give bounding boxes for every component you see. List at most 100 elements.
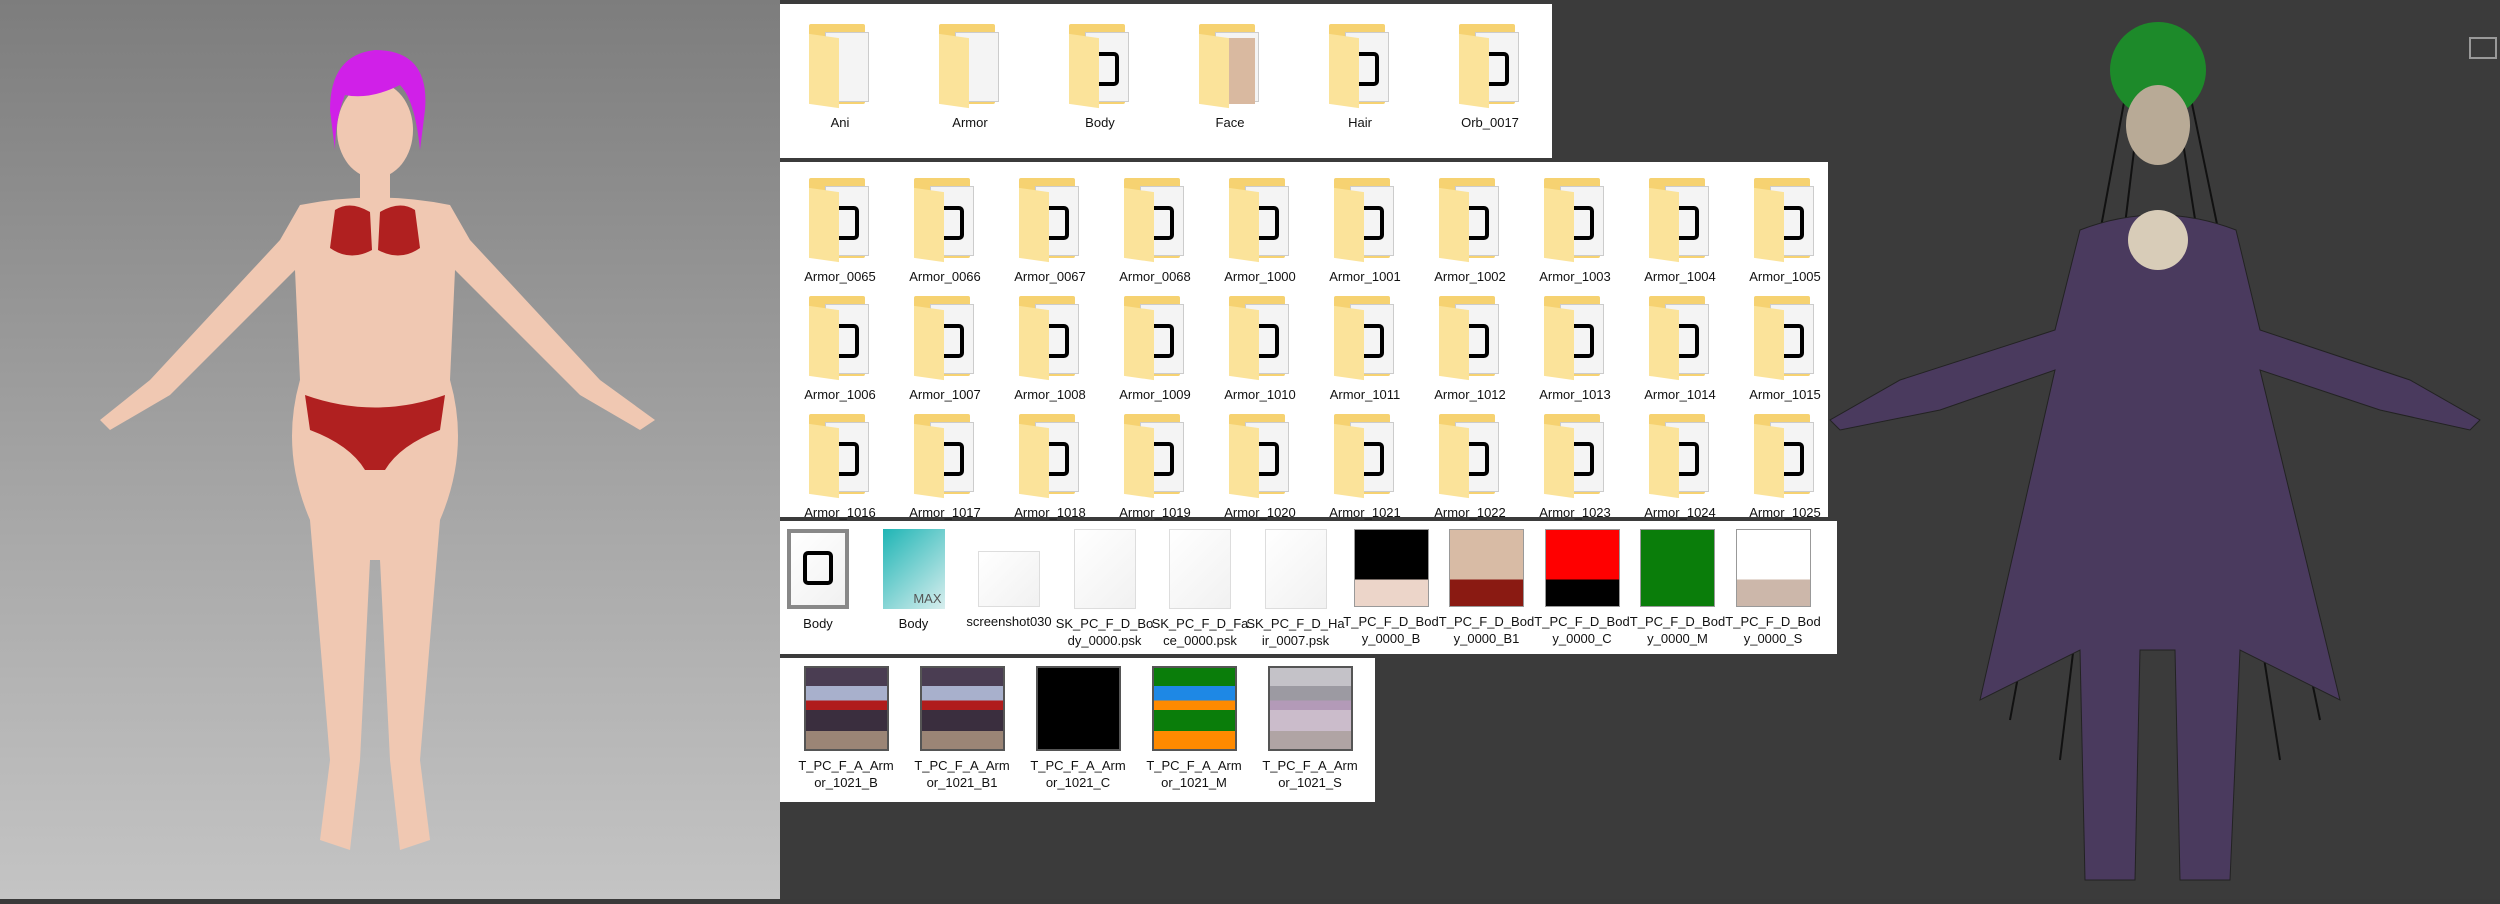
file-label: Armor_1006 [804, 387, 876, 402]
texture-item[interactable]: T_PC_F_A_Armor_1021_M [1144, 666, 1244, 791]
file-label: Armor_1001 [1329, 269, 1401, 284]
armor-folder-panel: Armor_0065 Armor_0066 Armor_0067 Armor_0068… [780, 162, 1828, 520]
folder-icon [935, 18, 1005, 109]
model-file-icon [787, 529, 849, 609]
armor-folder-item[interactable]: Armor_1013 [1525, 290, 1625, 403]
armor-folder-item[interactable]: Armor_1008 [1000, 290, 1100, 403]
armor-folder-item[interactable]: Armor_1011 [1315, 290, 1415, 403]
texture-thumbnail [1640, 529, 1715, 607]
file-label: T_PC_F_D_Body_0000_S [1725, 614, 1821, 646]
folder-item[interactable]: Armor [920, 18, 1020, 131]
file-label: Armor_1005 [1749, 269, 1821, 284]
file-item[interactable]: SK_PC_F_D_Body_0000.psk [1055, 529, 1155, 649]
file-item[interactable]: T_PC_F_D_Body_0000_M [1628, 529, 1728, 647]
texture-thumbnail [1449, 529, 1524, 607]
file-label: Armor_1007 [909, 387, 981, 402]
file-item[interactable]: T_PC_F_D_Body_0000_S [1723, 529, 1823, 647]
texture-item[interactable]: T_PC_F_A_Armor_1021_B [796, 666, 896, 791]
armor-folder-item[interactable]: Armor_0065 [790, 172, 890, 285]
folder-icon [1330, 290, 1400, 381]
armor-folder-item[interactable]: Armor_1023 [1525, 408, 1625, 521]
armor-folder-item[interactable]: Armor_1007 [895, 290, 995, 403]
file-item[interactable]: T_PC_F_D_Body_0000_B1 [1437, 529, 1537, 647]
file-label: Armor_1022 [1434, 505, 1506, 520]
armor-folder-item[interactable]: Armor_1014 [1630, 290, 1730, 403]
file-item[interactable]: SK_PC_F_D_Hair_0007.psk [1246, 529, 1346, 649]
file-label: Armor_1010 [1224, 387, 1296, 402]
armor-folder-item[interactable]: Armor_1010 [1210, 290, 1310, 403]
blank-file-icon [1169, 529, 1231, 609]
file-label: Armor_1024 [1644, 505, 1716, 520]
folder-icon [805, 172, 875, 263]
folder-icon [1015, 408, 1085, 499]
file-item[interactable]: MAX Body [864, 529, 964, 632]
folder-panel-top: Ani Armor Body Face Hair Orb_0017 [780, 4, 1552, 158]
armor-folder-item[interactable]: Armor_0068 [1105, 172, 1205, 285]
folder-icon [1645, 408, 1715, 499]
armor-folder-item[interactable]: Armor_0067 [1000, 172, 1100, 285]
texture-item[interactable]: T_PC_F_A_Armor_1021_B1 [912, 666, 1012, 791]
file-label: T_PC_F_D_Body_0000_B [1343, 614, 1439, 646]
folder-item[interactable]: Orb_0017 [1440, 18, 1540, 131]
armor-folder-item[interactable]: Armor_1019 [1105, 408, 1205, 521]
armor-folder-item[interactable]: Armor_1016 [790, 408, 890, 521]
file-item[interactable]: screenshot030 [959, 529, 1059, 630]
folder-icon [910, 172, 980, 263]
folder-icon [805, 18, 875, 109]
armor-folder-item[interactable]: Armor_1006 [790, 290, 890, 403]
armor-folder-item[interactable]: Armor_1003 [1525, 172, 1625, 285]
left-viewport-character-preview[interactable] [0, 0, 780, 899]
folder-item[interactable]: Body [1050, 18, 1150, 131]
file-label: Armor_1018 [1014, 505, 1086, 520]
armor-folder-item[interactable]: Armor_1012 [1420, 290, 1520, 403]
texture-thumbnail [1735, 529, 1811, 607]
blank-file-icon [1264, 529, 1327, 609]
folder-item[interactable]: Face [1180, 18, 1280, 131]
blank-file-icon [1073, 529, 1136, 609]
file-label: T_PC_F_D_Body_0000_C [1534, 614, 1630, 646]
file-label: Body [803, 616, 833, 631]
texture-thumbnail [1035, 666, 1121, 751]
3ds-max-icon: MAX [882, 529, 945, 609]
folder-icon [1120, 172, 1190, 263]
file-item[interactable]: SK_PC_F_D_Face_0000.psk [1150, 529, 1250, 649]
file-label: Armor_1016 [804, 505, 876, 520]
folder-item[interactable]: Ani [790, 18, 890, 131]
armor-folder-item[interactable]: Armor_1005 [1735, 172, 1835, 285]
texture-item[interactable]: T_PC_F_A_Armor_1021_S [1260, 666, 1360, 791]
file-label: SK_PC_F_D_Body_0000.psk [1055, 616, 1154, 648]
armor-folder-item[interactable]: Armor_1002 [1420, 172, 1520, 285]
armor-folder-item[interactable]: Armor_1022 [1420, 408, 1520, 521]
file-label: Armor [952, 115, 988, 130]
file-label: Armor_1008 [1014, 387, 1086, 402]
armor-folder-item[interactable]: Armor_1004 [1630, 172, 1730, 285]
file-label: Armor_0065 [804, 269, 876, 284]
folder-item[interactable]: Hair [1310, 18, 1410, 131]
file-item[interactable]: T_PC_F_D_Body_0000_C [1532, 529, 1632, 647]
folder-icon [1015, 290, 1085, 381]
viewcube-icon [2469, 37, 2497, 59]
armor-folder-item[interactable]: Armor_1025 [1735, 408, 1835, 521]
armor-folder-item[interactable]: Armor_1017 [895, 408, 995, 521]
file-label: Armor_1000 [1224, 269, 1296, 284]
armor-folder-item[interactable]: Armor_0066 [895, 172, 995, 285]
armor-folder-item[interactable]: Armor_1000 [1210, 172, 1310, 285]
file-label: Armor_1020 [1224, 505, 1296, 520]
file-item[interactable]: T_PC_F_D_Body_0000_B [1341, 529, 1441, 647]
armor-folder-item[interactable]: Armor_1024 [1630, 408, 1730, 521]
file-item[interactable]: Body [768, 529, 868, 632]
file-label: Armor_1023 [1539, 505, 1611, 520]
armor-folder-item[interactable]: Armor_1001 [1315, 172, 1415, 285]
armor-folder-item[interactable]: Armor_1009 [1105, 290, 1205, 403]
armor-folder-item[interactable]: Armor_1018 [1000, 408, 1100, 521]
folder-icon [1455, 18, 1525, 109]
armor-folder-item[interactable]: Armor_1020 [1210, 408, 1310, 521]
file-label: Body [898, 616, 929, 631]
armor-folder-item[interactable]: Armor_1021 [1315, 408, 1415, 521]
file-label: Face [1215, 115, 1245, 130]
texture-item[interactable]: T_PC_F_A_Armor_1021_C [1028, 666, 1128, 791]
folder-icon [1225, 290, 1295, 381]
armor-folder-item[interactable]: Armor_1015 [1735, 290, 1835, 403]
folder-icon [805, 290, 875, 381]
folder-icon [1195, 18, 1265, 109]
